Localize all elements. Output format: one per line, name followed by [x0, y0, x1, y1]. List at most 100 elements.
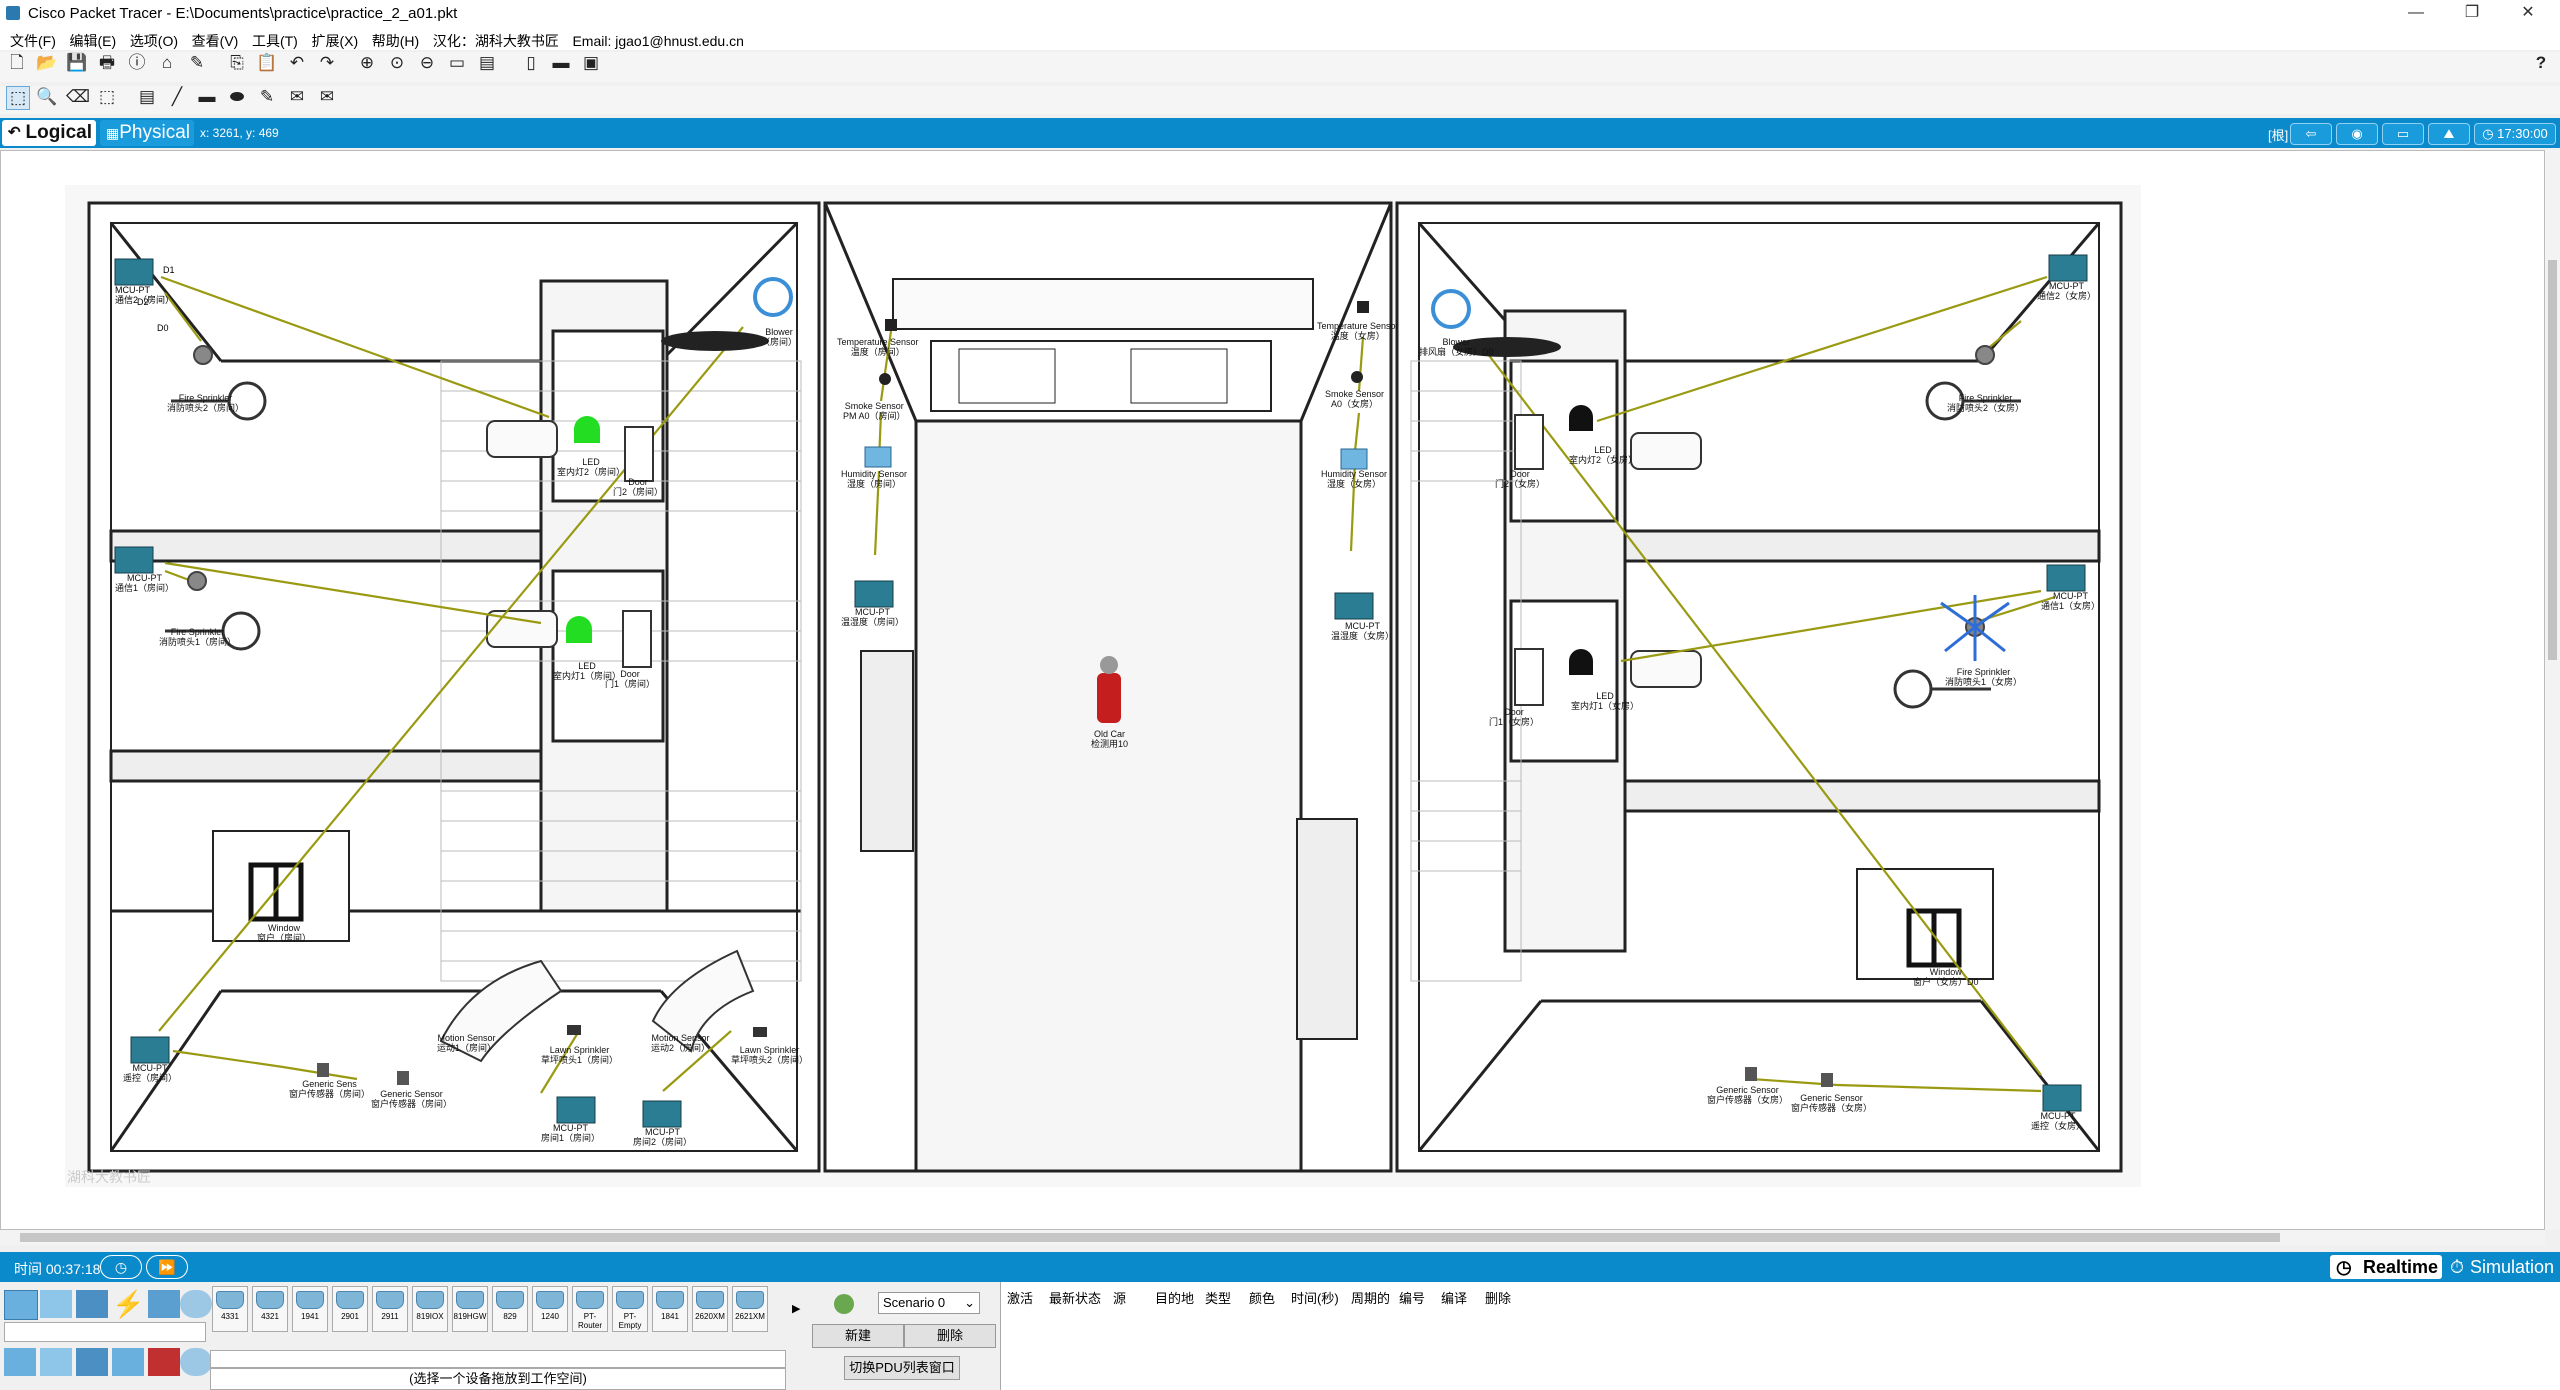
- complex-pdu-icon[interactable]: ✉: [316, 86, 338, 108]
- network-devices-icon[interactable]: [4, 1290, 38, 1320]
- horizontal-scroll-thumb[interactable]: [20, 1233, 2280, 1242]
- help-icon[interactable]: ?: [2530, 52, 2552, 74]
- info-icon[interactable]: ⓘ: [126, 52, 148, 74]
- menu-file[interactable]: 文件(F): [10, 31, 56, 51]
- misc-icon[interactable]: [148, 1290, 180, 1318]
- drawing-palette-icon[interactable]: ▭: [446, 52, 468, 74]
- zoom-reset-icon[interactable]: ⊙: [386, 52, 408, 74]
- minimize-button[interactable]: —: [2394, 2, 2438, 24]
- device-item[interactable]: 1841: [652, 1286, 688, 1332]
- fast-forward-button[interactable]: ⏩: [146, 1255, 188, 1279]
- device-item-label: 829: [503, 1312, 517, 1321]
- simulation-icon: ⏱: [2450, 1257, 2465, 1277]
- custom-devices-icon[interactable]: ▤: [476, 52, 498, 74]
- switches-icon[interactable]: [40, 1348, 72, 1376]
- maximize-button[interactable]: ❐: [2450, 2, 2494, 24]
- resize-icon[interactable]: ⬚: [96, 86, 118, 108]
- viewport-icon[interactable]: ◉: [2336, 123, 2378, 145]
- open-folder-icon[interactable]: 📂: [36, 52, 58, 74]
- vertical-scrollbar[interactable]: [2545, 150, 2560, 1230]
- menu-help[interactable]: 帮助(H): [372, 31, 419, 51]
- menu-view[interactable]: 查看(V): [192, 31, 239, 51]
- end-devices-icon[interactable]: [40, 1290, 72, 1318]
- device-item[interactable]: 4331: [212, 1286, 248, 1332]
- ellipse-icon[interactable]: ⬬: [226, 86, 248, 108]
- tab-logical[interactable]: ↶ Logical: [2, 120, 96, 146]
- wireless-icon[interactable]: [112, 1348, 144, 1376]
- security-icon[interactable]: [148, 1348, 180, 1376]
- wan-emulation-icon[interactable]: [180, 1348, 212, 1376]
- device-item[interactable]: 1941: [292, 1286, 328, 1332]
- new-file-icon[interactable]: 🗋: [6, 52, 28, 74]
- label-mcu-right-mid: MCU-PT 通信1（女房）: [2041, 591, 2101, 611]
- zoom-out-icon[interactable]: ⊖: [416, 52, 438, 74]
- save-icon[interactable]: 💾: [66, 52, 88, 74]
- logical-workspace[interactable]: MCU-PT 通信2（房间） D1 D2 D0 Fire Sprinkler 消…: [0, 150, 2545, 1230]
- multiuser-icon[interactable]: [180, 1290, 212, 1318]
- device-item[interactable]: 819IOX: [412, 1286, 448, 1332]
- device-item[interactable]: PT-Empty: [612, 1286, 648, 1332]
- horizontal-scrollbar[interactable]: [0, 1230, 2545, 1245]
- scenario-new-button[interactable]: 新建: [812, 1324, 904, 1348]
- clock-display[interactable]: ◷ 17:30:00: [2474, 123, 2556, 145]
- line-icon[interactable]: ╱: [166, 86, 188, 108]
- device-item[interactable]: 1240: [532, 1286, 568, 1332]
- device-item[interactable]: 4321: [252, 1286, 288, 1332]
- device-list-scrollbar[interactable]: [210, 1350, 786, 1368]
- cluster-icon[interactable]: ▭: [2382, 123, 2424, 145]
- environment-icon[interactable]: ⛰: [2428, 123, 2470, 145]
- toggle-pdu-list-button[interactable]: 切换PDU列表窗口: [844, 1356, 960, 1380]
- device-item[interactable]: 829: [492, 1286, 528, 1332]
- category-name-field: [4, 1322, 206, 1342]
- menu-extensions[interactable]: 扩展(X): [311, 31, 358, 51]
- router-icon: [656, 1291, 684, 1309]
- copy-icon[interactable]: ⎘: [226, 52, 248, 74]
- zoom-in-icon[interactable]: ⊕: [356, 52, 378, 74]
- components-icon[interactable]: [76, 1290, 108, 1318]
- vertical-scroll-thumb[interactable]: [2548, 260, 2557, 660]
- pin-d0: D0: [157, 323, 169, 333]
- simple-pdu-icon[interactable]: ✉: [286, 86, 308, 108]
- wizard-icon[interactable]: ✎: [186, 52, 208, 74]
- redo-icon[interactable]: ↷: [316, 52, 338, 74]
- routers-icon[interactable]: [4, 1348, 36, 1376]
- hubs-icon[interactable]: [76, 1348, 108, 1376]
- menu-edit[interactable]: 编辑(E): [70, 31, 117, 51]
- inspect-icon[interactable]: 🔍: [36, 86, 58, 108]
- label-fire-right-2: Fire Sprinkler 消防喷头2（女房）: [1947, 393, 2025, 413]
- scenario-delete-button[interactable]: 删除: [904, 1324, 996, 1348]
- root-label[interactable]: [根]: [2268, 125, 2288, 144]
- undo-icon[interactable]: ↶: [286, 52, 308, 74]
- menu-options[interactable]: 选项(O): [130, 31, 178, 51]
- device-item[interactable]: 2901: [332, 1286, 368, 1332]
- realtime-button[interactable]: ◷ Realtime: [2330, 1255, 2442, 1279]
- power-cycle-button[interactable]: ◷: [100, 1255, 142, 1279]
- device-hint: (选择一个设备拖放到工作空间): [210, 1368, 786, 1390]
- back-button[interactable]: ⇦: [2290, 123, 2332, 145]
- workspace-canvas[interactable]: [1, 151, 2544, 1229]
- label-door-2: Door 门2（房间）: [613, 477, 664, 497]
- screen-icon[interactable]: ▣: [580, 52, 602, 74]
- print-icon[interactable]: 🖶: [96, 52, 118, 74]
- document-icon[interactable]: ▯: [520, 52, 542, 74]
- scenario-select[interactable]: Scenario 0 ⌄: [878, 1292, 980, 1314]
- paste-icon[interactable]: 📋: [256, 52, 278, 74]
- note-icon[interactable]: ▤: [136, 86, 158, 108]
- device-item[interactable]: PT-Router: [572, 1286, 608, 1332]
- select-icon[interactable]: ⬚: [6, 86, 30, 110]
- device-item[interactable]: 2620XM: [692, 1286, 728, 1332]
- connections-icon[interactable]: ⚡: [112, 1290, 144, 1318]
- simulation-button[interactable]: ⏱ Simulation: [2446, 1255, 2558, 1279]
- device-item[interactable]: 819HGW: [452, 1286, 488, 1332]
- device-item[interactable]: 2621XM: [732, 1286, 768, 1332]
- router-icon[interactable]: ▬: [550, 52, 572, 74]
- tab-physical[interactable]: ▦ Physical: [100, 120, 194, 146]
- collapse-arrow-icon[interactable]: ▶: [792, 1302, 800, 1315]
- delete-icon[interactable]: ⌫: [66, 86, 90, 108]
- rectangle-icon[interactable]: ▬: [196, 86, 218, 108]
- freeform-icon[interactable]: ✎: [256, 86, 278, 108]
- close-button[interactable]: ✕: [2506, 2, 2550, 24]
- device-item[interactable]: 2911: [372, 1286, 408, 1332]
- menu-tools[interactable]: 工具(T): [252, 31, 298, 51]
- network-info-icon[interactable]: ⌂: [156, 52, 178, 74]
